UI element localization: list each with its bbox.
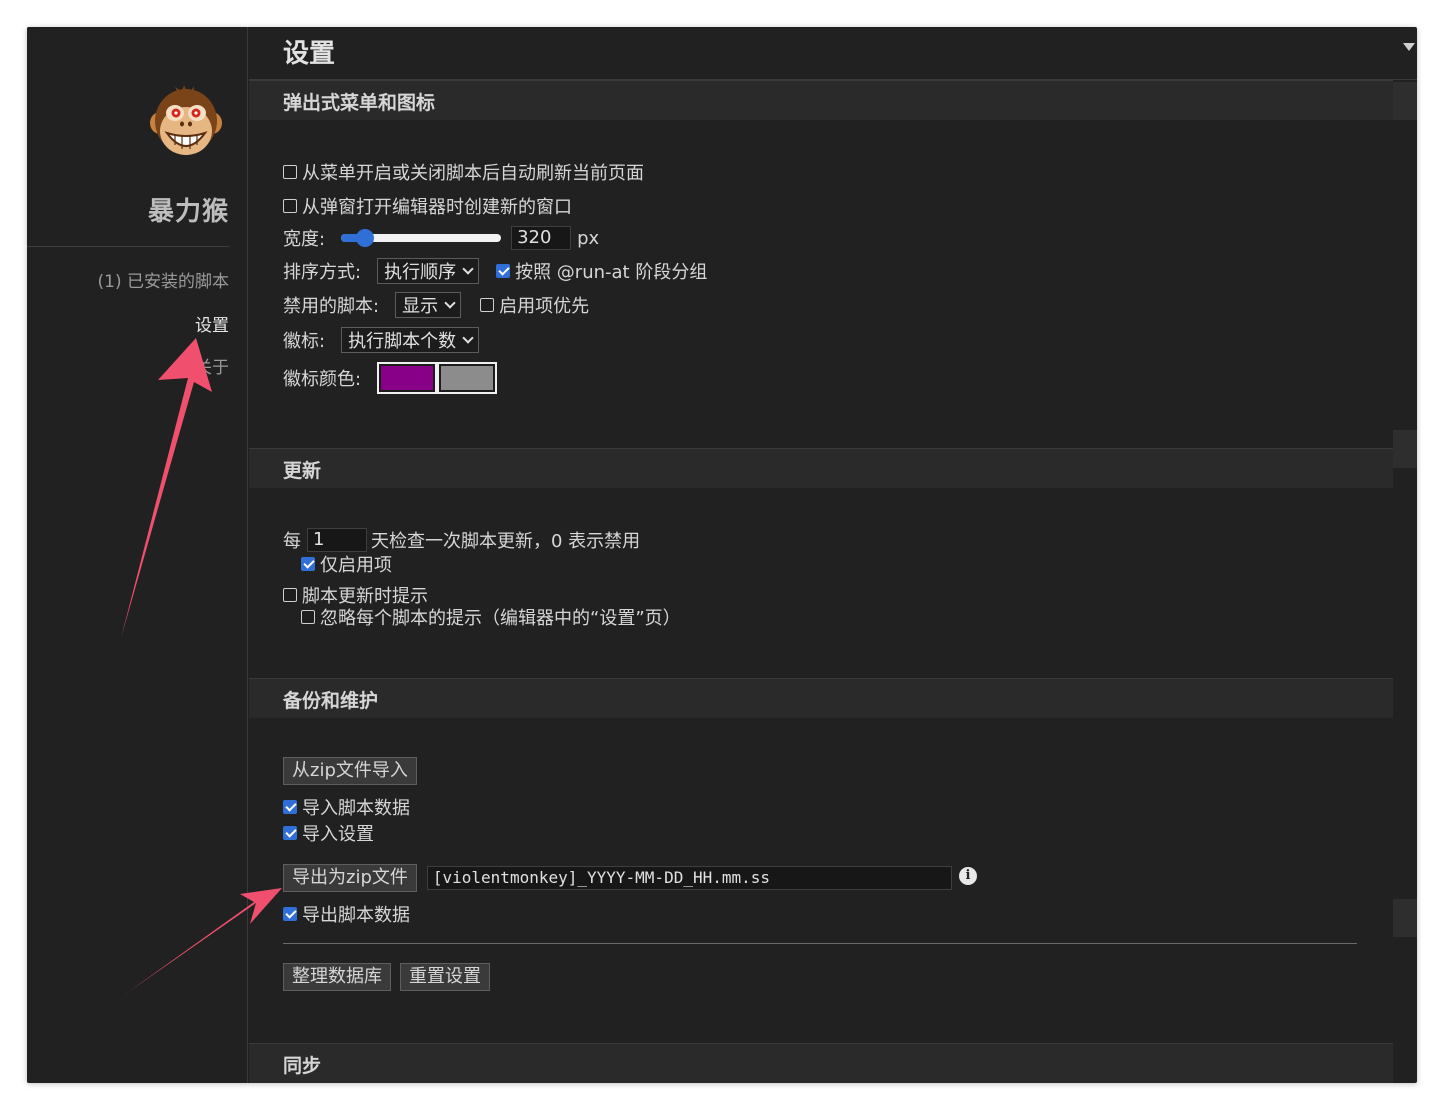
export-script-data-option[interactable]: 导出脚本数据 <box>283 901 410 927</box>
section-title: 同步 <box>283 1055 322 1077</box>
checkbox-label: 导出脚本数据 <box>302 905 410 926</box>
checkbox-label: 导入设置 <box>302 824 374 845</box>
update-days-suffix: 天检查一次脚本更新，0 表示禁用 <box>371 531 641 552</box>
sidebar-item-about[interactable]: 关于 <box>195 353 229 378</box>
sidebar-divider <box>27 246 229 247</box>
update-notify-checkbox[interactable] <box>283 588 297 602</box>
chevron-down-icon <box>444 297 456 309</box>
popup-width-slider[interactable] <box>341 228 502 248</box>
backup-divider <box>283 943 1357 944</box>
export-zip-button[interactable]: 导出为zip文件 <box>283 864 417 892</box>
slider-thumb[interactable] <box>356 229 375 247</box>
sort-row: 排序方式: 执行顺序 按照 @run-at 阶段分组 <box>283 258 707 284</box>
badge-color-swatch-inactive[interactable] <box>437 362 498 394</box>
export-filename-input[interactable]: [violentmonkey]_YYYY-MM-DD_HH.mm.ss <box>426 866 952 890</box>
enabled-only-option[interactable]: 仅启用项 <box>301 551 392 577</box>
section-header-update: 更新 <box>249 448 1393 488</box>
sort-label: 排序方式: <box>283 262 362 283</box>
section-title: 弹出式菜单和图标 <box>283 92 436 114</box>
maintenance-row: 整理数据库 重置设置 <box>283 963 490 991</box>
checkbox-label: 从弹窗打开编辑器时创建新的窗口 <box>302 197 572 218</box>
violentmonkey-logo <box>150 85 222 155</box>
enabled-only-checkbox[interactable] <box>301 557 315 571</box>
sidebar-item-installed-scripts[interactable]: (1) 已安装的脚本 <box>98 267 229 292</box>
auto-refresh-option[interactable]: 从菜单开启或关闭脚本后自动刷新当前页面 <box>283 159 644 185</box>
chevron-down-icon <box>462 263 474 275</box>
checkbox-label: 仅启用项 <box>320 555 392 576</box>
section-header-backup: 备份和维护 <box>249 678 1393 718</box>
import-row: 从zip文件导入 <box>283 757 417 785</box>
checkbox-label: 启用项优先 <box>499 296 590 317</box>
update-days-input[interactable]: 1 <box>307 528 367 552</box>
import-script-data-option[interactable]: 导入脚本数据 <box>283 794 410 820</box>
page-title: 设置 <box>283 39 336 69</box>
section-title: 更新 <box>283 460 322 482</box>
settings-main: 设置 弹出式菜单和图标 从菜单开启或关闭脚本后自动刷新当前页面 从弹窗打开编辑器… <box>249 27 1417 1083</box>
caret-down-icon[interactable] <box>1403 43 1415 51</box>
checkbox-label: 从菜单开启或关闭脚本后自动刷新当前页面 <box>302 163 644 184</box>
import-settings-checkbox[interactable] <box>283 826 297 840</box>
sidebar: 暴力猴 (1) 已安装的脚本 设置 关于 <box>27 27 248 1083</box>
popup-width-input[interactable]: 320 <box>511 226 572 250</box>
info-icon[interactable]: i <box>959 867 977 885</box>
width-label: 宽度: <box>283 229 326 250</box>
checkbox-label: 忽略每个脚本的提示（编辑器中的“设置”页） <box>320 608 681 629</box>
group-runat-checkbox[interactable] <box>496 264 511 278</box>
disabled-scripts-select[interactable]: 显示 <box>395 292 462 318</box>
enabled-first-checkbox[interactable] <box>480 298 495 312</box>
chevron-down-icon <box>462 332 474 344</box>
ignore-each-checkbox[interactable] <box>301 610 315 624</box>
disabled-scripts-label: 禁用的脚本: <box>283 296 380 317</box>
import-script-data-checkbox[interactable] <box>283 800 297 814</box>
ignore-each-option[interactable]: 忽略每个脚本的提示（编辑器中的“设置”页） <box>301 604 681 630</box>
reset-settings-button[interactable]: 重置设置 <box>400 963 490 991</box>
new-window-checkbox[interactable] <box>283 199 297 213</box>
disabled-scripts-row: 禁用的脚本: 显示 启用项优先 <box>283 292 589 318</box>
badge-label: 徽标: <box>283 331 326 352</box>
disabled-select-value: 显示 <box>402 296 439 317</box>
scrollbar-segment[interactable] <box>1393 82 1417 120</box>
sort-select[interactable]: 执行顺序 <box>377 258 480 284</box>
badge-select-value: 执行脚本个数 <box>348 331 457 352</box>
badge-color-row: 徽标颜色: <box>283 362 498 394</box>
settings-window: 暴力猴 (1) 已安装的脚本 设置 关于 设置 弹出式菜单和图标 从菜单开启或关… <box>27 27 1417 1083</box>
checkbox-label: 导入脚本数据 <box>302 798 410 819</box>
badge-color-label: 徽标颜色: <box>283 369 362 390</box>
scrollbar-segment[interactable] <box>1393 430 1417 468</box>
sidebar-item-settings[interactable]: 设置 <box>195 311 229 336</box>
import-zip-button[interactable]: 从zip文件导入 <box>283 757 417 785</box>
width-unit: px <box>577 227 600 249</box>
badge-color-swatch-active[interactable] <box>377 362 438 394</box>
scrollbar-segment[interactable] <box>1393 899 1417 937</box>
badge-row: 徽标: 执行脚本个数 <box>283 327 480 353</box>
popup-width-row: 宽度: 320 px <box>283 225 599 251</box>
brand-name: 暴力猴 <box>147 197 229 227</box>
export-script-data-checkbox[interactable] <box>283 907 297 921</box>
new-window-option[interactable]: 从弹窗打开编辑器时创建新的窗口 <box>283 193 572 219</box>
color-fill <box>381 366 434 390</box>
badge-select[interactable]: 执行脚本个数 <box>341 327 480 353</box>
export-row: 导出为zip文件 [violentmonkey]_YYYY-MM-DD_HH.m… <box>283 864 952 892</box>
section-title: 备份和维护 <box>283 690 379 712</box>
checkbox-label: 按照 @run-at 阶段分组 <box>515 262 708 283</box>
sort-select-value: 执行顺序 <box>384 262 457 283</box>
import-settings-option[interactable]: 导入设置 <box>283 820 374 846</box>
section-header-sync: 同步 <box>249 1043 1393 1083</box>
every-label: 每 <box>283 531 301 552</box>
color-fill <box>441 366 494 390</box>
auto-refresh-checkbox[interactable] <box>283 165 297 179</box>
update-interval-row: 每 1 天检查一次脚本更新，0 表示禁用 <box>283 527 640 553</box>
section-header-popup: 弹出式菜单和图标 <box>249 80 1393 120</box>
vacuum-database-button[interactable]: 整理数据库 <box>283 963 391 991</box>
